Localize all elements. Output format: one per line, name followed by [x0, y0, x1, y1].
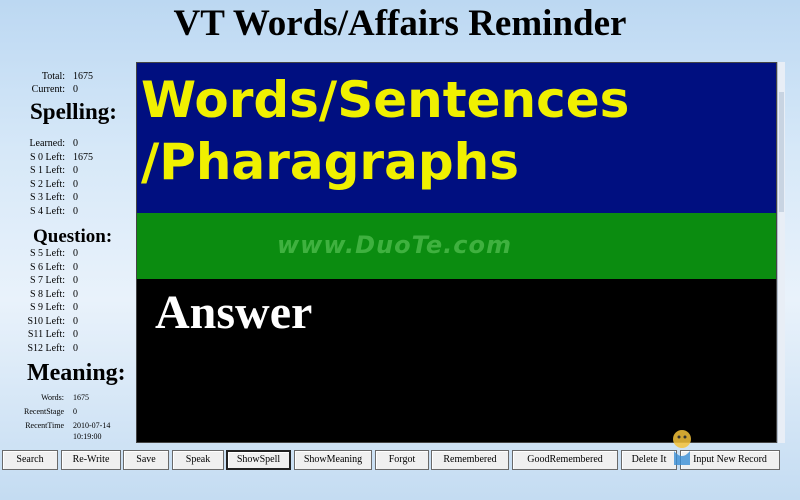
question-stat-label: S 6 Left: [30, 261, 65, 273]
recent-stage-value: 0 [73, 407, 77, 416]
question-stat-row: S 8 Left: 0 [0, 288, 128, 301]
spelling-stat-value: 0 [73, 205, 78, 217]
search-button[interactable]: Search [2, 450, 58, 470]
question-stat-label: S 9 Left: [30, 302, 65, 313]
remembered-button[interactable]: Remembered [431, 450, 509, 470]
words-line-1: Words/Sentences [141, 71, 630, 129]
show-meaning-button[interactable]: ShowMeaning [294, 450, 372, 470]
question-stat-value: 0 [73, 302, 78, 313]
question-stat-row: S11 Left: 0 [0, 328, 128, 341]
scrollbar-thumb[interactable] [779, 92, 784, 212]
question-stat-value: 0 [73, 315, 78, 327]
window-title: VT Words/Affairs Reminder [173, 3, 627, 44]
question-stat-row: S10 Left: 0 [0, 315, 128, 328]
question-stat-row: S 9 Left: 0 [0, 301, 128, 314]
words-row: Words: 1675 [0, 391, 128, 404]
spelling-stat-row: S 0 Left: 1675 [0, 151, 128, 164]
spelling-stat-row: S 2 Left: 0 [0, 178, 128, 191]
speak-button[interactable]: Speak [172, 450, 224, 470]
answer-area[interactable]: Answer [137, 279, 776, 442]
question-heading: Question: [33, 226, 113, 247]
question-stat-label: S11 Left: [27, 329, 65, 340]
spelling-stat-row: S 3 Left: 0 [0, 191, 128, 204]
question-stat-label: S 5 Left: [30, 248, 65, 259]
words-label: Words: [41, 393, 64, 402]
save-button[interactable]: Save [123, 450, 169, 470]
words-value: 1675 [73, 393, 89, 402]
spelling-stat-label: S 0 Left: [30, 151, 65, 163]
forgot-button[interactable]: Forgot [375, 450, 429, 470]
spelling-stat-row: S 1 Left: 0 [0, 164, 128, 177]
show-spell-button[interactable]: ShowSpell [226, 450, 291, 470]
spelling-stat-label: Learned: [29, 138, 65, 149]
current-value: 0 [73, 84, 78, 95]
total-label: Total: [41, 71, 65, 82]
current-row: Current: 0 [0, 83, 128, 96]
question-stat-value: 0 [73, 275, 78, 286]
spelling-stat-value: 1675 [73, 151, 93, 163]
question-stat-row: S 7 Left: 0 [0, 274, 128, 287]
spelling-stat-label: S 3 Left: [30, 192, 65, 203]
question-stat-value: 0 [73, 288, 78, 300]
display-panel: Words/Sentences /Pharagraphs www.DuoTe.c… [136, 62, 777, 443]
total-value: 1675 [73, 71, 93, 82]
question-stat-row: S 6 Left: 0 [0, 261, 128, 274]
question-stat-label: S 8 Left: [30, 288, 65, 300]
question-stat-label: S10 Left: [27, 315, 66, 327]
question-stat-value: 0 [73, 248, 78, 259]
watermark: www.DuoTe.com [277, 231, 512, 259]
spelling-stat-label: S 1 Left: [30, 165, 65, 176]
spelling-stat-row: Learned: 0 [0, 137, 128, 150]
question-stat-value: 0 [73, 329, 78, 340]
spelling-stat-label: S 4 Left: [30, 205, 65, 217]
spelling-stat-value: 0 [73, 165, 78, 176]
question-stat-value: 0 [73, 261, 78, 273]
question-stat-row: S12 Left: 0 [0, 342, 128, 355]
recent-time-clock: 10:19:00 [73, 432, 102, 441]
rewrite-button[interactable]: Re-Write [61, 450, 121, 470]
meaning-heading: Meaning: [27, 360, 126, 386]
vertical-scrollbar[interactable] [777, 62, 785, 443]
spelling-stat-value: 0 [73, 178, 78, 190]
question-stat-label: S12 Left: [27, 342, 66, 354]
words-line-2: /Pharagraphs [141, 133, 519, 191]
spelling-stat-label: S 2 Left: [30, 178, 65, 190]
recent-time-clock-row: 10:19:00 [0, 430, 128, 443]
spelling-stat-value: 0 [73, 138, 78, 149]
recent-stage-row: RecentStage 0 [0, 405, 128, 418]
spelling-stat-value: 0 [73, 192, 78, 203]
question-stat-label: S 7 Left: [30, 275, 65, 286]
good-remembered-button[interactable]: GoodRemembered [512, 450, 618, 470]
words-text: Words/Sentences /Pharagraphs [141, 69, 773, 193]
recent-stage-label: RecentStage [24, 407, 64, 416]
site-logo [668, 425, 798, 485]
question-stat-value: 0 [73, 342, 78, 354]
spelling-heading: Spelling: [30, 99, 117, 124]
words-area[interactable]: Words/Sentences /Pharagraphs [137, 63, 776, 213]
site-logo-graphic [673, 430, 691, 465]
question-area[interactable]: www.DuoTe.com [137, 213, 776, 279]
answer-text: Answer [155, 286, 313, 339]
question-stat-row: S 5 Left: 0 [0, 247, 128, 260]
total-row: Total: 1675 [0, 70, 128, 83]
current-label: Current: [31, 84, 65, 95]
spelling-stat-row: S 4 Left: 0 [0, 205, 128, 218]
